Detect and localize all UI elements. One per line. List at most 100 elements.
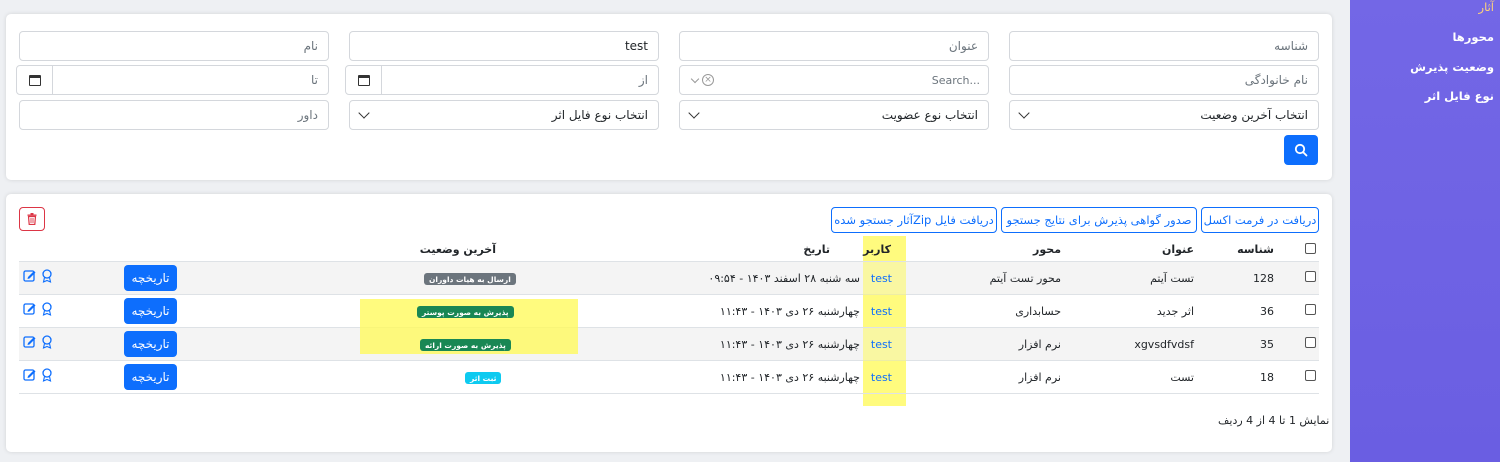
judge-placeholder: داور [297,108,318,122]
status-badge: ثبت اثر [465,372,502,384]
sidebar: آثار محورها وضعیت پذیرش نوع فایل اثر [1350,0,1500,462]
row-actions-icons [23,335,52,349]
cell-date: چهارشنبه ۲۶ دی ۱۴۰۳ - ۱۱:۴۳ [719,305,860,318]
delete-button[interactable] [19,207,45,231]
from-placeholder: از [638,73,648,87]
judge-input[interactable]: داور [19,100,329,130]
award-icon [42,368,52,382]
cell-axis: نرم افزار [1018,338,1061,351]
cell-user[interactable]: test [871,338,892,351]
header-axis[interactable]: محور [1033,243,1061,256]
title-placeholder: عنوان [948,39,978,53]
row-checkbox[interactable] [1305,370,1316,381]
cell-axis: محور تست آیتم [989,272,1061,285]
row-divider [19,393,1319,394]
chevron-down-icon [1018,107,1030,119]
membership-select[interactable]: انتخاب نوع عضویت [679,100,989,130]
cell-id: 128 [1253,272,1274,285]
zip-download-button[interactable]: دریافت فایل Zipآثار جستجو شده [831,207,997,233]
header-id[interactable]: شناسه [1237,243,1274,256]
cell-date: چهارشنبه ۲۶ دی ۱۴۰۳ - ۱۱:۴۳ [719,338,860,351]
status-badge: ارسال به هیات داوران [424,273,516,285]
row-divider [19,294,1319,295]
cell-user[interactable]: test [871,305,892,318]
header-status[interactable]: آخرین وضعیت [420,243,496,256]
history-button[interactable]: تاریخچه [124,331,177,357]
award-icon [42,269,52,283]
edit-icon [23,369,36,381]
row-checkbox[interactable] [1305,271,1316,282]
status-badge: پذیرش به صورت پوستر [417,306,514,318]
cell-id: 35 [1260,338,1274,351]
cell-axis: حسابداری [1015,305,1061,318]
row-checkbox[interactable] [1305,304,1316,315]
history-button[interactable]: تاریخچه [124,265,177,291]
id-input[interactable]: شناسه [1009,31,1319,61]
sidebar-item-file-type[interactable]: نوع فایل اثر [1425,89,1494,103]
author-input[interactable]: test [349,31,659,61]
cell-user[interactable]: test [871,371,892,384]
calendar-icon [28,74,41,86]
chevron-down-icon[interactable] [690,74,700,83]
to-calendar-button[interactable] [17,66,53,94]
cell-title: تست [1170,371,1194,384]
multi-search-select[interactable]: Search... × [679,65,989,95]
excel-export-button[interactable]: دریافت در فرمت اکسل [1201,207,1319,233]
cell-title: اثر جدید [1156,305,1194,318]
status-badge: پذیرش به صورت ارائه [420,339,511,351]
clear-icon[interactable]: × [702,74,714,86]
to-placeholder: تا [311,73,318,87]
to-date-input[interactable]: تا [16,65,329,95]
filetype-select[interactable]: انتخاب نوع فایل اثر [349,100,659,130]
cell-id: 36 [1260,305,1274,318]
header-title[interactable]: عنوان [1162,243,1194,256]
header-date[interactable]: تاریخ [803,243,830,256]
status-select-label: انتخاب آخرین وضعیت [1200,108,1308,122]
calendar-icon [357,74,370,86]
status-select[interactable]: انتخاب آخرین وضعیت [1009,100,1319,130]
sidebar-item-acceptance-status[interactable]: وضعیت پذیرش [1410,60,1494,74]
title-input[interactable]: عنوان [679,31,989,61]
edit-icon [23,270,36,282]
search-placeholder: Search... [931,73,980,87]
cell-user[interactable]: test [871,272,892,285]
membership-select-label: انتخاب نوع عضویت [881,108,978,122]
history-button[interactable]: تاریخچه [124,364,177,390]
family-placeholder: نام خانوادگی [1244,73,1308,87]
table-row [19,328,1319,361]
sidebar-item-works[interactable]: آثار [1479,0,1494,14]
from-date-input[interactable]: از [345,65,659,95]
edit-icon [23,303,36,315]
edit-icon [23,336,36,348]
cell-axis: نرم افزار [1018,371,1061,384]
award-icon [42,302,52,316]
history-button[interactable]: تاریخچه [124,298,177,324]
select-controls: × [688,74,714,86]
search-button[interactable] [1284,135,1318,165]
cell-title: xgvsdfvdsf [1134,338,1194,351]
row-actions-icons [23,368,52,382]
table-row [19,262,1319,295]
search-icon [1294,143,1308,157]
trash-icon [27,213,37,225]
select-all-checkbox[interactable] [1305,243,1316,254]
row-checkbox[interactable] [1305,337,1316,348]
filetype-select-label: انتخاب نوع فایل اثر [551,108,648,122]
id-placeholder: شناسه [1274,39,1308,53]
row-actions-icons [23,302,52,316]
from-calendar-button[interactable] [346,66,382,94]
family-input[interactable]: نام خانوادگی [1009,65,1319,95]
chevron-down-icon [688,107,700,119]
certificate-button[interactable]: صدور گواهی پذیرش برای نتایج جستجو [1001,207,1197,233]
chevron-down-icon [358,107,370,119]
cell-date: چهارشنبه ۲۶ دی ۱۴۰۳ - ۱۱:۴۳ [719,371,860,384]
sidebar-item-axes[interactable]: محورها [1452,30,1494,44]
award-icon [42,335,52,349]
cell-title: تست آیتم [1150,272,1194,285]
cell-date: سه شنبه ۲۸ اسفند ۱۴۰۳ - ۰۹:۵۴ [708,272,860,285]
name-placeholder: نام [303,39,318,53]
row-divider [19,360,1319,361]
row-actions-icons [23,269,52,283]
header-user[interactable]: کاربر [863,243,891,256]
name-input[interactable]: نام [19,31,329,61]
